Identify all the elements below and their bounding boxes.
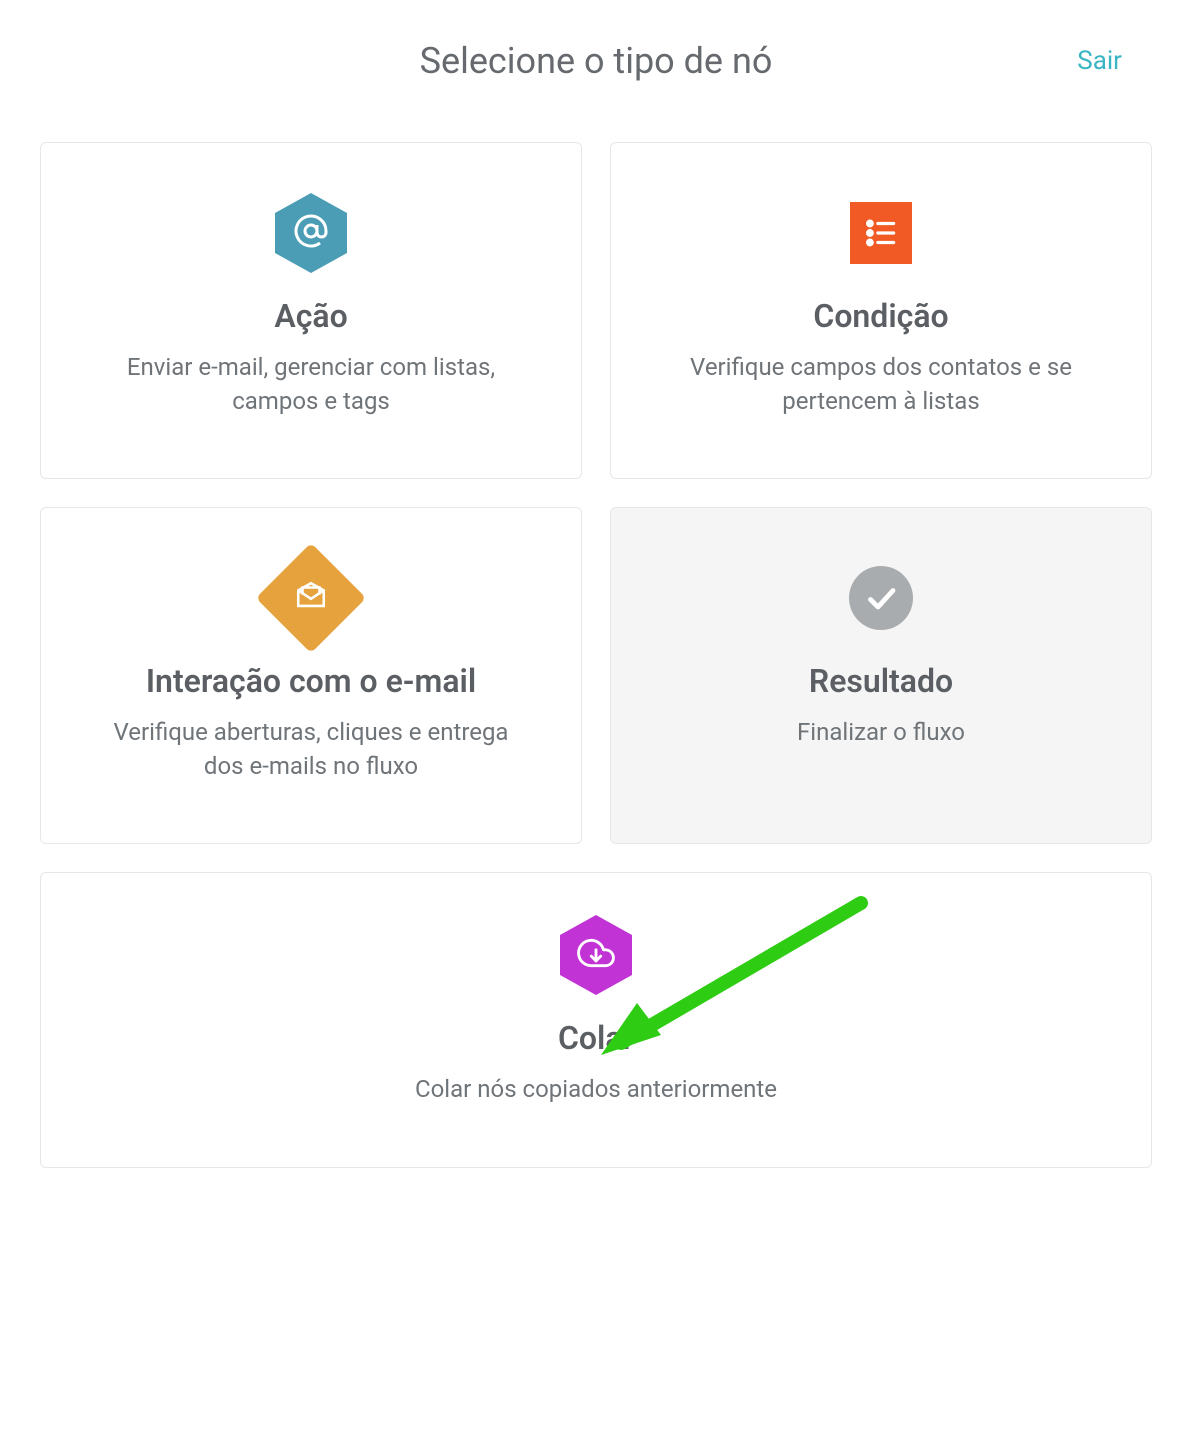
cloud-download-hexagon-icon	[560, 915, 632, 995]
card-description: Finalizar o fluxo	[797, 716, 965, 750]
dialog-title: Selecione o tipo de nó	[420, 40, 773, 82]
card-title: Resultado	[809, 662, 953, 700]
card-result[interactable]: Resultado Finalizar o fluxo	[610, 507, 1152, 844]
at-hexagon-icon	[275, 193, 347, 273]
list-square-icon	[850, 193, 912, 273]
card-title: Interação com o e-mail	[146, 662, 476, 700]
card-title: Ação	[274, 297, 347, 335]
exit-link[interactable]: Sair	[1077, 46, 1122, 76]
card-description: Verifique aberturas, cliques e entrega d…	[111, 716, 511, 783]
card-description: Verifique campos dos contatos e se perte…	[681, 351, 1081, 418]
node-type-grid: Ação Enviar e-mail, gerenciar com listas…	[40, 142, 1152, 844]
card-description: Enviar e-mail, gerenciar com listas, cam…	[111, 351, 511, 418]
dialog-header: Selecione o tipo de nó Sair	[40, 40, 1152, 82]
card-email-interaction[interactable]: Interação com o e-mail Verifique abertur…	[40, 507, 582, 844]
card-action[interactable]: Ação Enviar e-mail, gerenciar com listas…	[40, 142, 582, 479]
card-title: Colar	[558, 1019, 634, 1057]
card-title: Condição	[813, 297, 948, 335]
envelope-diamond-icon	[272, 558, 350, 638]
check-circle-icon	[849, 558, 913, 638]
card-condition[interactable]: Condição Verifique campos dos contatos e…	[610, 142, 1152, 479]
card-description: Colar nós copiados anteriormente	[415, 1073, 777, 1107]
card-paste[interactable]: Colar Colar nós copiados anteriormente	[40, 872, 1152, 1168]
